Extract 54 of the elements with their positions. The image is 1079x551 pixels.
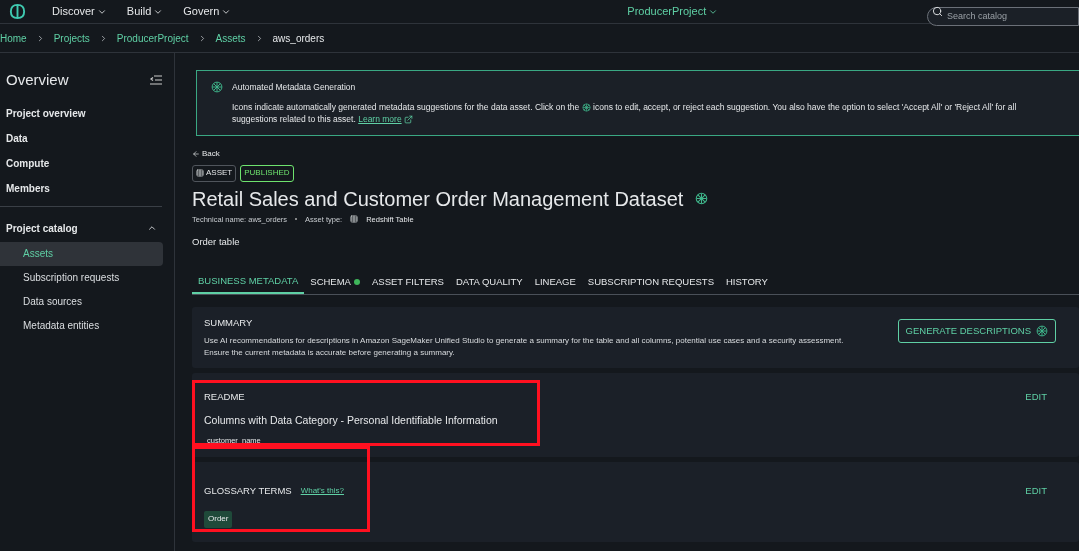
back-link[interactable]: Back bbox=[192, 147, 220, 160]
summary-text: Use AI recommendations for descriptions in Amazon SageMaker Unified Studio to generate a summary for the table and all columns, potential use cases and a security assessment. Ensure the current metadata is accurate before generating a summary. bbox=[204, 334, 844, 359]
term-tag[interactable]: Order bbox=[204, 510, 233, 528]
sidebar-subitem[interactable]: Data sources bbox=[0, 289, 163, 314]
sidebar-item[interactable]: Project overview bbox=[6, 105, 168, 121]
tab[interactable]: SCHEMA bbox=[304, 270, 366, 295]
banner-title: Automated Metadata Generation bbox=[232, 81, 357, 94]
tab[interactable]: LINEAGE bbox=[528, 270, 582, 295]
sparkle-icon bbox=[695, 192, 709, 206]
sidebar-subitem[interactable]: Subscription requests bbox=[0, 265, 163, 290]
collapse-icon[interactable] bbox=[150, 75, 162, 86]
description: Order table bbox=[192, 235, 241, 249]
search-field[interactable]: Search catalog bbox=[927, 6, 1079, 26]
tab[interactable]: BUSINESS METADATA bbox=[192, 270, 305, 295]
section-title: SUMMARY bbox=[204, 316, 254, 331]
arrow-left-icon bbox=[192, 149, 200, 158]
help-link[interactable]: What's this? bbox=[300, 484, 344, 497]
sidebar-item[interactable]: Compute bbox=[6, 155, 168, 171]
sidebar-section[interactable]: Project catalog bbox=[0, 220, 163, 236]
project-selector[interactable]: ProducerProject bbox=[627, 3, 719, 20]
status-badge: PUBLISHED bbox=[240, 164, 294, 182]
section-title: README bbox=[204, 389, 246, 404]
page-title: Retail Sales and Customer Order Management Dataset bbox=[192, 186, 684, 212]
breadcrumb-link[interactable]: Projects bbox=[53, 30, 90, 46]
nav-menu[interactable]: Govern bbox=[183, 3, 232, 20]
breadcrumb-link[interactable]: Home bbox=[0, 30, 27, 46]
tab[interactable]: ASSET FILTERS bbox=[365, 270, 450, 295]
nav-menu[interactable]: Build bbox=[126, 3, 164, 20]
breadcrumb-link[interactable]: Assets bbox=[215, 30, 246, 46]
edit-button[interactable]: EDIT bbox=[1025, 483, 1047, 498]
sidebar-subitem[interactable]: Metadata entities bbox=[0, 313, 163, 338]
banner-text: Icons indicate automatically generated metadata suggestions for the data asset. Click on the icons to edit, accept, or reject each suggestion. You also have the option to select 'Accept All' or 'Reject All' for all suggestions related to this asset. Learn more bbox=[232, 100, 1018, 125]
external-link-icon bbox=[404, 115, 413, 124]
asset-badge: ASSET bbox=[192, 164, 237, 182]
sparkle-icon bbox=[211, 81, 223, 93]
caret-icon bbox=[147, 223, 157, 233]
tab[interactable]: HISTORY bbox=[720, 270, 774, 295]
sidebar-item[interactable]: Members bbox=[6, 180, 168, 196]
learn-more-link[interactable]: Learn more bbox=[358, 113, 402, 124]
section-title: GLOSSARY TERMS bbox=[204, 483, 292, 498]
sparkle-icon bbox=[581, 103, 591, 112]
generate-descriptions-button[interactable]: GENERATE DESCRIPTIONS bbox=[897, 319, 1056, 344]
nav-menu[interactable]: Discover bbox=[52, 3, 107, 20]
sidebar-subitem[interactable]: Assets bbox=[0, 241, 163, 266]
breadcrumb-current: aws_orders bbox=[272, 31, 325, 46]
tab[interactable]: SUBSCRIPTION REQUESTS bbox=[581, 270, 720, 295]
sidebar-title: Overview bbox=[6, 70, 69, 90]
sidebar-item[interactable]: Data bbox=[6, 130, 168, 146]
sparkle-icon bbox=[1036, 325, 1048, 338]
breadcrumb-link[interactable]: ProducerProject bbox=[116, 30, 189, 46]
search-icon bbox=[932, 6, 943, 17]
edit-button[interactable]: EDIT bbox=[1025, 389, 1047, 404]
tab[interactable]: DATA QUALITY bbox=[449, 270, 529, 295]
readme-heading: Columns with Data Category - Personal Identifiable Information bbox=[204, 412, 498, 428]
